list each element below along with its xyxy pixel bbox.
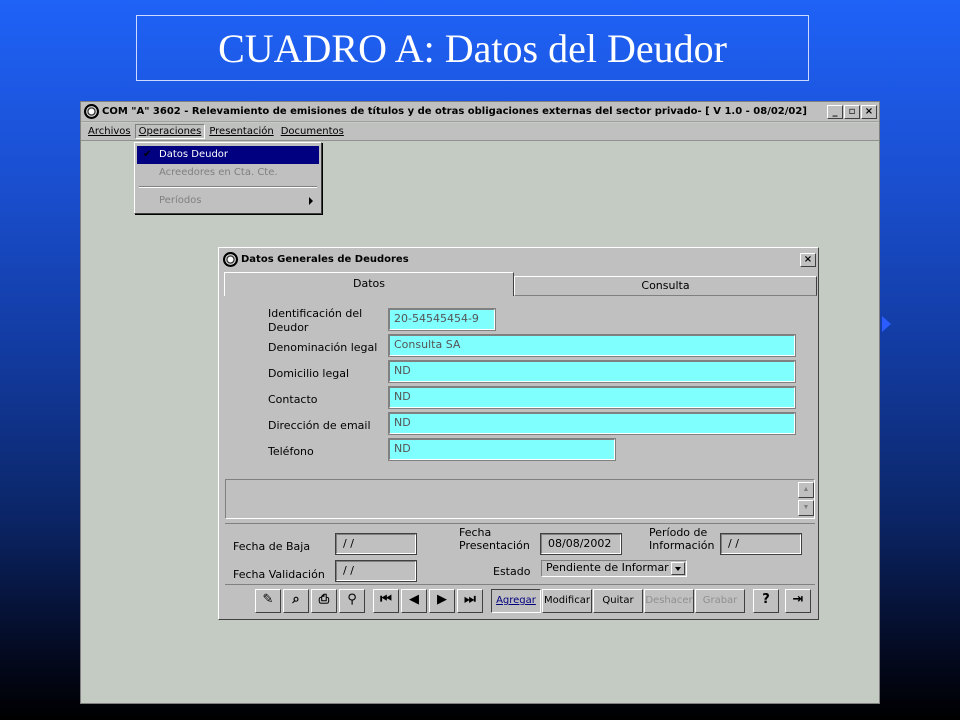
estado-label: Estado: [493, 565, 531, 578]
tab-datos[interactable]: Datos: [224, 272, 514, 296]
menu-presentacion[interactable]: Presentación: [206, 125, 276, 138]
dialog-close-button[interactable]: ×: [800, 252, 816, 267]
telefono-label: Teléfono: [268, 445, 314, 458]
fecha-validacion-field[interactable]: / /: [335, 560, 417, 582]
prev-record-icon: ◀: [409, 592, 419, 607]
menubar: Archivos Operaciones Presentación Docume…: [81, 123, 879, 141]
help-icon: ?: [762, 592, 770, 607]
menu-item-label: Acreedores en Cta. Cte.: [159, 167, 278, 178]
identificacion-label-line2: Deudor: [268, 321, 309, 334]
menu-item-label: Datos Deudor: [159, 149, 229, 160]
deshacer-button[interactable]: Deshacer: [644, 589, 694, 613]
domicilio-field[interactable]: ND: [388, 360, 796, 383]
close-button[interactable]: ×: [861, 104, 877, 119]
app-title: COM "A" 3602 - Relevamiento de emisiones…: [102, 106, 807, 117]
denominacion-field[interactable]: Consulta SA: [388, 334, 796, 357]
menu-operaciones[interactable]: Operaciones: [134, 124, 206, 139]
menu-separator: [139, 186, 317, 188]
prev-record-button[interactable]: ◀: [401, 589, 427, 613]
menu-item-datos-deudor[interactable]: ✔ Datos Deudor: [137, 146, 319, 164]
dialog-icon: [223, 252, 238, 267]
fecha-presentacion-label: Fecha Presentación: [459, 526, 530, 552]
slide-title: CUADRO A: Datos del Deudor: [218, 25, 727, 71]
edit-icon[interactable]: ✎: [255, 589, 281, 613]
binoculars-icon[interactable]: ⚲: [339, 589, 365, 613]
app-window: COM "A" 3602 - Relevamiento de emisiones…: [80, 101, 880, 704]
preview-icon[interactable]: ⌕: [283, 589, 309, 613]
fecha-baja-label: Fecha de Baja: [233, 540, 311, 553]
fecha-presentacion-label-line1: Fecha: [459, 526, 492, 539]
memo-area[interactable]: ▲ ▼: [225, 479, 815, 519]
periodo-label-line1: Período de: [649, 526, 708, 539]
agregar-button[interactable]: Agregar: [491, 589, 541, 613]
menu-item-label: Períodos: [159, 195, 202, 206]
dropdown-arrow-icon[interactable]: [671, 562, 685, 575]
datos-deudores-dialog: Datos Generales de Deudores × Datos Cons…: [218, 247, 819, 620]
email-field[interactable]: ND: [388, 412, 796, 435]
contacto-label: Contacto: [268, 393, 318, 406]
check-icon: ✔: [143, 149, 152, 160]
fecha-presentacion-field[interactable]: 08/08/2002: [540, 533, 622, 555]
contacto-field[interactable]: ND: [388, 386, 796, 409]
app-icon: [84, 104, 99, 119]
fecha-validacion-label: Fecha Validación: [233, 568, 325, 581]
identificacion-label-line1: Identificación del: [268, 307, 363, 320]
modificar-button[interactable]: Modificar: [542, 589, 592, 613]
fecha-presentacion-label-line2: Presentación: [459, 539, 530, 552]
next-record-button[interactable]: ▶: [429, 589, 455, 613]
menu-documentos[interactable]: Documentos: [278, 125, 347, 138]
tab-consulta[interactable]: Consulta: [514, 276, 817, 296]
scroll-down-button[interactable]: ▼: [798, 500, 814, 516]
dialog-toolbar: ✎ ⌕ ⎙ ⚲ ⏮ ◀ ▶ ⏭ Agregar Modificar Quitar…: [225, 584, 815, 616]
restore-button[interactable]: ▫: [844, 104, 860, 119]
exit-door-icon: ⇥: [792, 592, 804, 607]
identificacion-field[interactable]: 20-54545454-9: [388, 308, 496, 331]
periodo-field[interactable]: / /: [720, 533, 802, 555]
operaciones-dropdown: ✔ Datos Deudor Acreedores en Cta. Cte. P…: [134, 142, 322, 214]
scroll-up-button[interactable]: ▲: [798, 482, 814, 498]
menu-item-periodos[interactable]: Períodos: [137, 192, 319, 210]
first-record-icon: ⏮: [380, 592, 392, 607]
app-titlebar: COM "A" 3602 - Relevamiento de emisiones…: [81, 102, 879, 122]
grabar-button[interactable]: Grabar: [695, 589, 745, 613]
dialog-titlebar: Datos Generales de Deudores ×: [221, 250, 816, 269]
estado-select[interactable]: Pendiente de Informar: [541, 560, 687, 577]
dialog-title: Datos Generales de Deudores: [241, 254, 409, 265]
periodo-label-line2: Información: [649, 539, 715, 552]
slide-title-box: CUADRO A: Datos del Deudor: [136, 15, 809, 81]
quitar-button[interactable]: Quitar: [593, 589, 643, 613]
domicilio-label: Domicilio legal: [268, 367, 350, 380]
fecha-baja-field[interactable]: / /: [335, 533, 417, 555]
exit-button[interactable]: ⇥: [785, 589, 811, 613]
submenu-arrow-icon: [309, 197, 313, 205]
first-record-button[interactable]: ⏮: [373, 589, 399, 613]
menu-item-acreedores[interactable]: Acreedores en Cta. Cte.: [137, 164, 319, 182]
telefono-field[interactable]: ND: [388, 438, 616, 461]
denominacion-label: Denominación legal: [268, 341, 378, 354]
status-panel: Fecha de Baja / / Fecha Validación / / F…: [225, 523, 815, 582]
identificacion-label: Identificación del Deudor: [268, 307, 362, 335]
minimize-button[interactable]: _: [827, 104, 843, 119]
print-icon[interactable]: ⎙: [311, 589, 337, 613]
decorative-arrow-icon: [882, 316, 891, 332]
estado-value: Pendiente de Informar: [546, 561, 669, 574]
menu-archivos[interactable]: Archivos: [85, 125, 134, 138]
last-record-icon: ⏭: [464, 592, 476, 607]
last-record-button[interactable]: ⏭: [457, 589, 483, 613]
periodo-label: Período de Información: [649, 526, 714, 552]
next-record-icon: ▶: [437, 592, 447, 607]
help-button[interactable]: ?: [753, 589, 779, 613]
email-label: Dirección de email: [268, 419, 371, 432]
